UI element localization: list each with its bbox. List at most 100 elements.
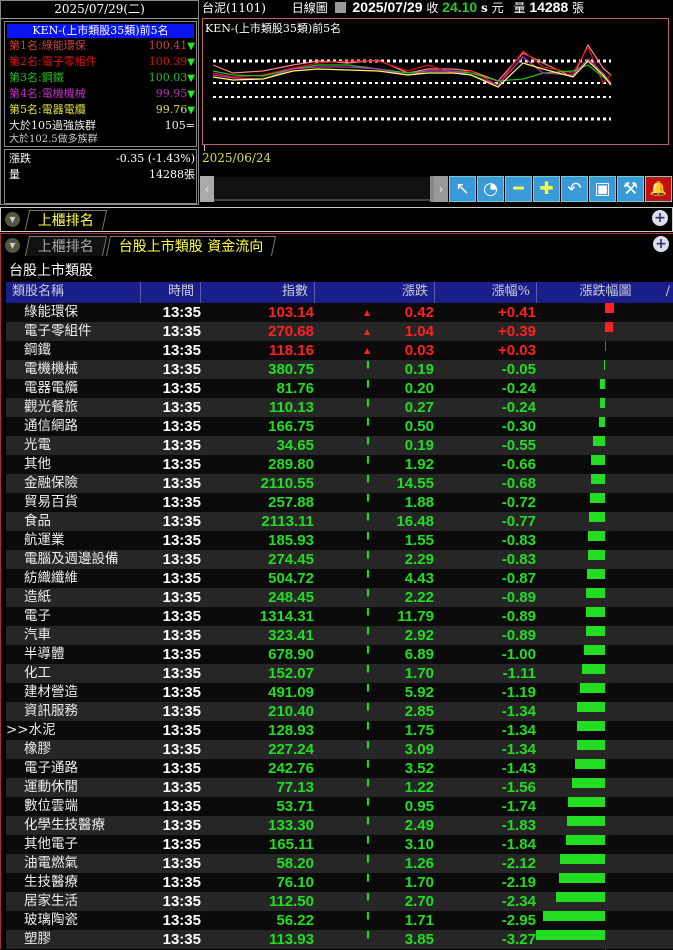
zoom-in-icon[interactable]: + xyxy=(652,210,668,226)
table-row[interactable]: 塑膠 13:35 113.93 ╹ 3.85 -3.27 xyxy=(6,930,673,949)
undo-icon[interactable]: ↶ xyxy=(561,176,588,202)
table-row[interactable]: 化工 13:35 152.07 ╹ 1.70 -1.11 xyxy=(6,664,673,683)
ranking-panel: 2025/07/29(二) KEN-(上市類股35類)前5名 第1名:綠能環保 1… xyxy=(0,0,199,205)
change-value: 4.43 xyxy=(404,570,434,587)
table-row[interactable]: 鋼鐵 13:35 118.16 ▲ 0.03 +0.03 xyxy=(6,341,673,360)
table-row[interactable]: 造紙 13:35 248.45 ╹ 2.22 -0.89 xyxy=(6,588,673,607)
collapse-icon[interactable]: ▼ xyxy=(5,212,20,227)
scrollbar-track[interactable] xyxy=(214,177,430,201)
change-bar xyxy=(566,835,605,845)
plus-icon[interactable]: ✚ xyxy=(533,176,560,202)
time: 13:35 xyxy=(162,589,201,606)
tab-otc-ranking[interactable]: 上櫃排名 xyxy=(24,236,108,256)
column-setting-icon[interactable]: / xyxy=(666,282,670,302)
col-pct[interactable]: 漲幅% xyxy=(435,282,537,303)
change-bar xyxy=(543,911,605,921)
col-change[interactable]: 漲跌 xyxy=(315,282,435,303)
table-row[interactable]: 電子 13:35 1314.31 ╹ 11.79 -0.89 xyxy=(6,607,673,626)
table-row[interactable]: 數位雲端 13:35 53.71 ╹ 0.95 -1.74 xyxy=(6,797,673,816)
change-pct: +0.03 xyxy=(498,342,536,359)
change-pct: -1.84 xyxy=(501,836,536,853)
table-row[interactable]: >>水泥 13:35 128.93 ╹ 1.75 -1.34 xyxy=(6,721,673,740)
change-bar xyxy=(576,702,605,712)
table-row[interactable]: 電子零組件 13:35 270.68 ▲ 1.04 +0.39 xyxy=(6,322,673,341)
index-value: 242.76 xyxy=(268,760,314,777)
wrench-icon[interactable]: ⚒ xyxy=(617,176,644,202)
col-name[interactable]: 類股名稱 xyxy=(6,282,141,303)
table-row[interactable]: 油電燃氣 13:35 58.20 ╹ 1.26 -2.12 xyxy=(6,854,673,873)
table-row[interactable]: 生技醫療 13:35 76.10 ╹ 1.70 -2.19 xyxy=(6,873,673,892)
change-pct: -0.66 xyxy=(501,456,536,473)
change-pct: -0.72 xyxy=(501,494,536,511)
col-bar[interactable]: 漲跌幅圖 xyxy=(537,282,673,303)
line-chart[interactable]: KEN-(上市類股35類)前5名 xyxy=(202,18,669,145)
rank-value: 100.03▼ xyxy=(149,70,195,87)
sector-name-text: 金融保險 xyxy=(24,475,78,491)
tab-otc-ranking[interactable]: 上櫃排名 xyxy=(24,210,108,230)
table-row[interactable]: 建材營造 13:35 491.09 ╹ 5.92 -1.19 xyxy=(6,683,673,702)
table-row[interactable]: 半導體 13:35 678.90 ╹ 6.89 -1.00 xyxy=(6,645,673,664)
collapse-icon[interactable]: ▼ xyxy=(5,238,20,253)
sector-name: 電子零組件 xyxy=(6,322,141,341)
table-row[interactable]: 資訊服務 13:35 210.40 ╹ 2.85 -1.34 xyxy=(6,702,673,721)
table-row[interactable]: 貿易百貨 13:35 257.88 ╹ 1.88 -0.72 xyxy=(6,493,673,512)
scroll-left-button[interactable]: ‹ xyxy=(200,176,214,202)
fullscreen-icon[interactable]: ▣ xyxy=(589,176,616,202)
table-row[interactable]: 觀光餐旅 13:35 110.13 ╹ 0.27 -0.24 xyxy=(6,398,673,417)
table-row[interactable]: 其他電子 13:35 165.11 ╹ 3.10 -1.84 xyxy=(6,835,673,854)
table-row[interactable]: 玻璃陶瓷 13:35 56.22 ╹ 1.71 -2.95 xyxy=(6,911,673,930)
sector-name-text: 建材營造 xyxy=(24,684,78,700)
change-value: 1.92 xyxy=(404,456,434,473)
rank-label: 第2名:電子零組件 xyxy=(9,55,97,68)
sector-name-text: 資訊服務 xyxy=(24,703,78,719)
sector-name: 電子 xyxy=(6,607,141,626)
table-row[interactable]: 汽車 13:35 323.41 ╹ 2.92 -0.89 xyxy=(6,626,673,645)
dropdown-icon[interactable] xyxy=(334,2,346,13)
index-value: 491.09 xyxy=(268,684,314,701)
rank-label: 第1名:綠能環保 xyxy=(9,39,86,52)
table-row[interactable]: 橡膠 13:35 227.24 ╹ 3.09 -1.34 xyxy=(6,740,673,759)
table-row[interactable]: 運動休閒 13:35 77.13 ╹ 1.22 -1.56 xyxy=(6,778,673,797)
table-row[interactable]: 其他 13:35 289.80 ╹ 1.92 -0.66 xyxy=(6,455,673,474)
col-time[interactable]: 時間 xyxy=(141,282,201,303)
table-row[interactable]: 電器電纜 13:35 81.76 ╹ 0.20 -0.24 xyxy=(6,379,673,398)
sector-name-text: 貿易百貨 xyxy=(24,494,78,510)
sector-name: 半導體 xyxy=(6,645,141,664)
scroll-right-button[interactable]: › xyxy=(434,176,448,202)
arrow-upleft-icon[interactable]: ↖ xyxy=(449,176,476,202)
col-index[interactable]: 指數 xyxy=(201,282,315,303)
table-row[interactable]: 金融保險 13:35 2110.55 ╹ 14.55 -0.68 xyxy=(6,474,673,493)
table-row[interactable]: 綠能環保 13:35 103.14 ▲ 0.42 +0.41 xyxy=(6,303,673,322)
table-row[interactable]: 化學生技醫療 13:35 133.30 ╹ 2.49 -1.83 xyxy=(6,816,673,835)
change-value: 0.03 xyxy=(404,342,434,359)
change-pct: -1.56 xyxy=(501,779,536,796)
table-row[interactable]: 居家生活 13:35 112.50 ╹ 2.70 -2.34 xyxy=(6,892,673,911)
table-row[interactable]: 電腦及週邊設備 13:35 274.45 ╹ 2.29 -0.83 xyxy=(6,550,673,569)
clock-icon[interactable]: ◔ xyxy=(477,176,504,202)
table-row[interactable]: 紡織纖維 13:35 504.72 ╹ 4.43 -0.87 xyxy=(6,569,673,588)
table-row[interactable]: 電子通路 13:35 242.76 ╹ 3.52 -1.43 xyxy=(6,759,673,778)
table-row[interactable]: 航運業 13:35 185.93 ╹ 1.55 -0.83 xyxy=(6,531,673,550)
table-row[interactable]: 食品 13:35 2113.11 ╹ 16.48 -0.77 xyxy=(6,512,673,531)
index-value: 166.75 xyxy=(268,418,314,435)
minus-icon[interactable]: ━ xyxy=(505,176,532,202)
change-pct: -0.24 xyxy=(501,399,536,416)
table-row[interactable]: 電機機械 13:35 380.75 ╹ 0.19 -0.05 xyxy=(6,360,673,379)
change-bar xyxy=(574,759,605,769)
index-value: 56.22 xyxy=(276,912,314,929)
bell-icon[interactable]: 🔔 xyxy=(645,176,672,202)
index-value: 210.40 xyxy=(268,703,314,720)
table-row[interactable]: 光電 13:35 34.65 ╹ 0.19 -0.55 xyxy=(6,436,673,455)
chart-header: 台泥(1101) 日線圖 2025/07/29 收 24.10 s 元 量 14… xyxy=(202,0,673,16)
change-value: 2.85 xyxy=(404,703,434,720)
change-bar xyxy=(590,474,605,484)
tab-sector-fund-flow[interactable]: 台股上市類股 資金流向 xyxy=(105,236,277,256)
index-value: 380.75 xyxy=(268,361,314,378)
panel-subtitle: 台股上市類股 xyxy=(9,263,93,279)
table-row[interactable]: 通信網路 13:35 166.75 ╹ 0.50 -0.30 xyxy=(6,417,673,436)
zoom-in-icon[interactable]: + xyxy=(653,236,669,252)
sector-name-text: 造紙 xyxy=(24,589,51,605)
index-value: 113.93 xyxy=(268,931,314,948)
index-value: 257.88 xyxy=(268,494,314,511)
sector-name: 綠能環保 xyxy=(6,303,141,322)
